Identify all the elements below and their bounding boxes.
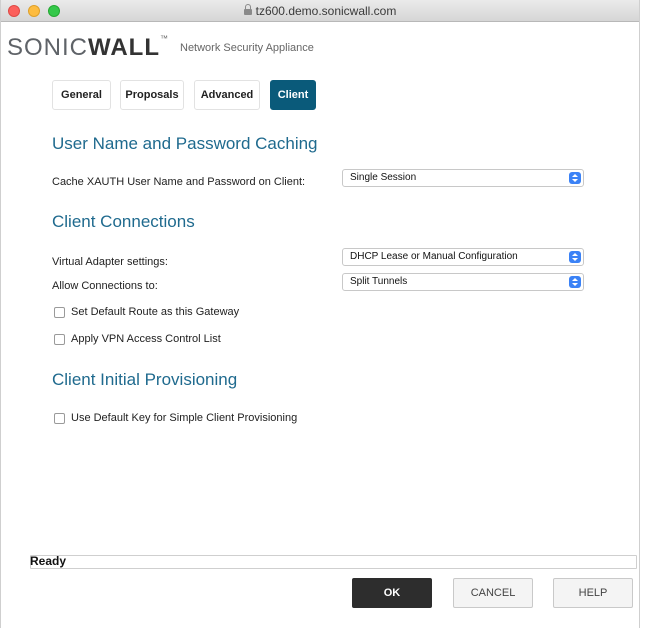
tab-client[interactable]: Client bbox=[270, 80, 316, 110]
sonicwall-logo: SONICWALL™ bbox=[7, 34, 169, 62]
allow-connections-value: Split Tunnels bbox=[350, 276, 408, 287]
status-text: Ready bbox=[30, 554, 67, 568]
virtual-adapter-select[interactable]: DHCP Lease or Manual Configuration bbox=[342, 248, 584, 266]
ok-button[interactable]: OK bbox=[352, 578, 432, 608]
dialog-window: tz600.demo.sonicwall.com SONICWALL™ Netw… bbox=[0, 0, 640, 628]
vpn-acl-label: Apply VPN Access Control List bbox=[71, 333, 221, 345]
default-key-label: Use Default Key for Simple Client Provis… bbox=[71, 412, 298, 424]
tab-proposals[interactable]: Proposals bbox=[120, 80, 184, 110]
section-title-provisioning: Client Initial Provisioning bbox=[52, 370, 238, 389]
cache-xauth-value: Single Session bbox=[350, 172, 417, 183]
virtual-adapter-value: DHCP Lease or Manual Configuration bbox=[350, 251, 518, 262]
logo-trademark: ™ bbox=[160, 34, 169, 43]
status-bar: Ready bbox=[30, 554, 637, 569]
virtual-adapter-label: Virtual Adapter settings: bbox=[52, 256, 168, 268]
section-title-caching: User Name and Password Caching bbox=[52, 134, 318, 153]
updown-chevron-icon bbox=[569, 172, 581, 184]
logo-text-light: SONIC bbox=[7, 34, 89, 61]
lock-icon bbox=[243, 4, 252, 15]
tab-advanced[interactable]: Advanced bbox=[194, 80, 260, 110]
logo-text-bold: WALL bbox=[88, 34, 160, 61]
tab-general[interactable]: General bbox=[52, 80, 111, 110]
default-key-checkbox[interactable] bbox=[54, 413, 65, 424]
vpn-acl-checkbox[interactable] bbox=[54, 334, 65, 345]
cache-xauth-label: Cache XAUTH User Name and Password on Cl… bbox=[52, 176, 306, 188]
product-name: Network Security Appliance bbox=[180, 42, 314, 54]
allow-connections-label: Allow Connections to: bbox=[52, 280, 158, 292]
cache-xauth-select[interactable]: Single Session bbox=[342, 169, 584, 187]
updown-chevron-icon bbox=[569, 251, 581, 263]
window-title: tz600.demo.sonicwall.com bbox=[1, 4, 639, 18]
cancel-button[interactable]: CANCEL bbox=[453, 578, 533, 608]
default-route-label: Set Default Route as this Gateway bbox=[71, 306, 240, 318]
window-title-text: tz600.demo.sonicwall.com bbox=[255, 4, 397, 18]
updown-chevron-icon bbox=[569, 276, 581, 288]
default-route-checkbox[interactable] bbox=[54, 307, 65, 318]
title-bar: tz600.demo.sonicwall.com bbox=[1, 0, 639, 22]
help-button[interactable]: HELP bbox=[553, 578, 633, 608]
allow-connections-select[interactable]: Split Tunnels bbox=[342, 273, 584, 291]
section-title-connections: Client Connections bbox=[52, 212, 195, 231]
